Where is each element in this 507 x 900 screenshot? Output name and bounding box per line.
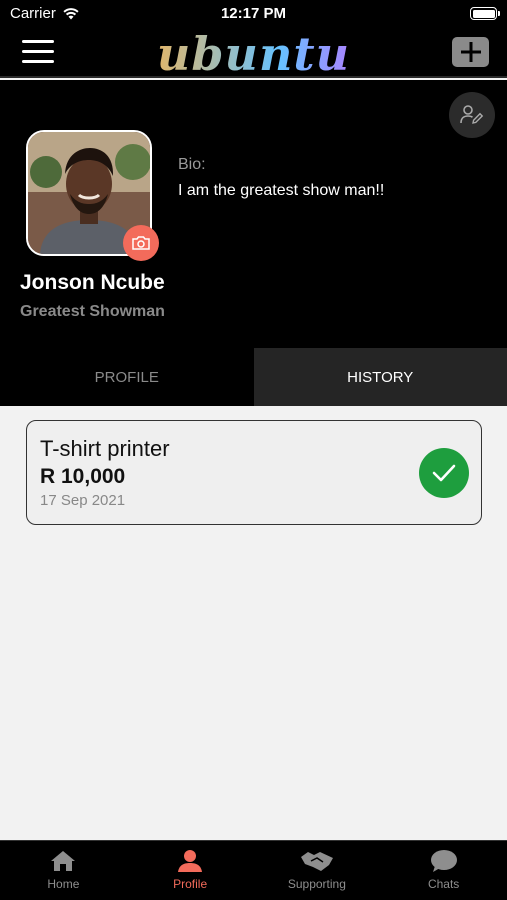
edit-user-icon — [460, 105, 484, 124]
status-bar: Carrier 12:17 PM — [0, 0, 507, 28]
profile-tabs: PROFILE HISTORY — [0, 348, 507, 406]
profile-name: Jonson Ncube — [20, 271, 165, 294]
tab-bar-supporting-label: Supporting — [287, 877, 346, 891]
history-item-date: 17 Sep 2021 — [40, 492, 126, 509]
bottom-tab-bar: Home Profile Supporting Chats — [0, 840, 507, 900]
tab-bar-home[interactable]: Home — [0, 841, 127, 900]
chat-icon — [430, 850, 457, 872]
clock: 12:17 PM — [220, 5, 287, 22]
profile-header: Bio: I am the greatest show man!! Jonson… — [0, 80, 507, 348]
edit-profile-button[interactable] — [449, 92, 495, 138]
add-button[interactable] — [452, 37, 489, 67]
tab-bar-supporting[interactable]: Supporting — [254, 841, 381, 900]
handshake-icon — [300, 852, 333, 871]
tab-bar-profile-label: Profile — [173, 877, 208, 891]
profile-title: Greatest Showman — [20, 303, 165, 320]
history-item-title: T-shirt printer — [40, 436, 170, 461]
completed-check-icon — [419, 448, 469, 498]
change-photo-button[interactable] — [123, 225, 159, 261]
app-logo: ubuntu — [0, 28, 507, 80]
tab-bar-chats-label: Chats — [427, 877, 460, 891]
history-item-amount: R 10,000 — [40, 465, 126, 488]
tab-profile[interactable]: PROFILE — [0, 348, 254, 406]
tab-bar-chats[interactable]: Chats — [380, 841, 507, 900]
bio-text: I am the greatest show man!! — [178, 182, 385, 199]
tab-history[interactable]: HISTORY — [253, 348, 507, 406]
person-icon — [178, 850, 203, 872]
tab-bar-home-label: Home — [47, 877, 80, 891]
camera-icon — [132, 236, 150, 250]
tab-bar-profile[interactable]: Profile — [127, 841, 254, 900]
history-card[interactable]: T-shirt printer R 10,000 17 Sep 2021 — [26, 420, 482, 525]
home-icon — [51, 851, 76, 871]
top-nav-bar: ubuntu — [0, 28, 507, 80]
bio-label: Bio: — [178, 156, 206, 173]
battery-icon — [470, 7, 500, 20]
avatar-container — [26, 130, 159, 261]
